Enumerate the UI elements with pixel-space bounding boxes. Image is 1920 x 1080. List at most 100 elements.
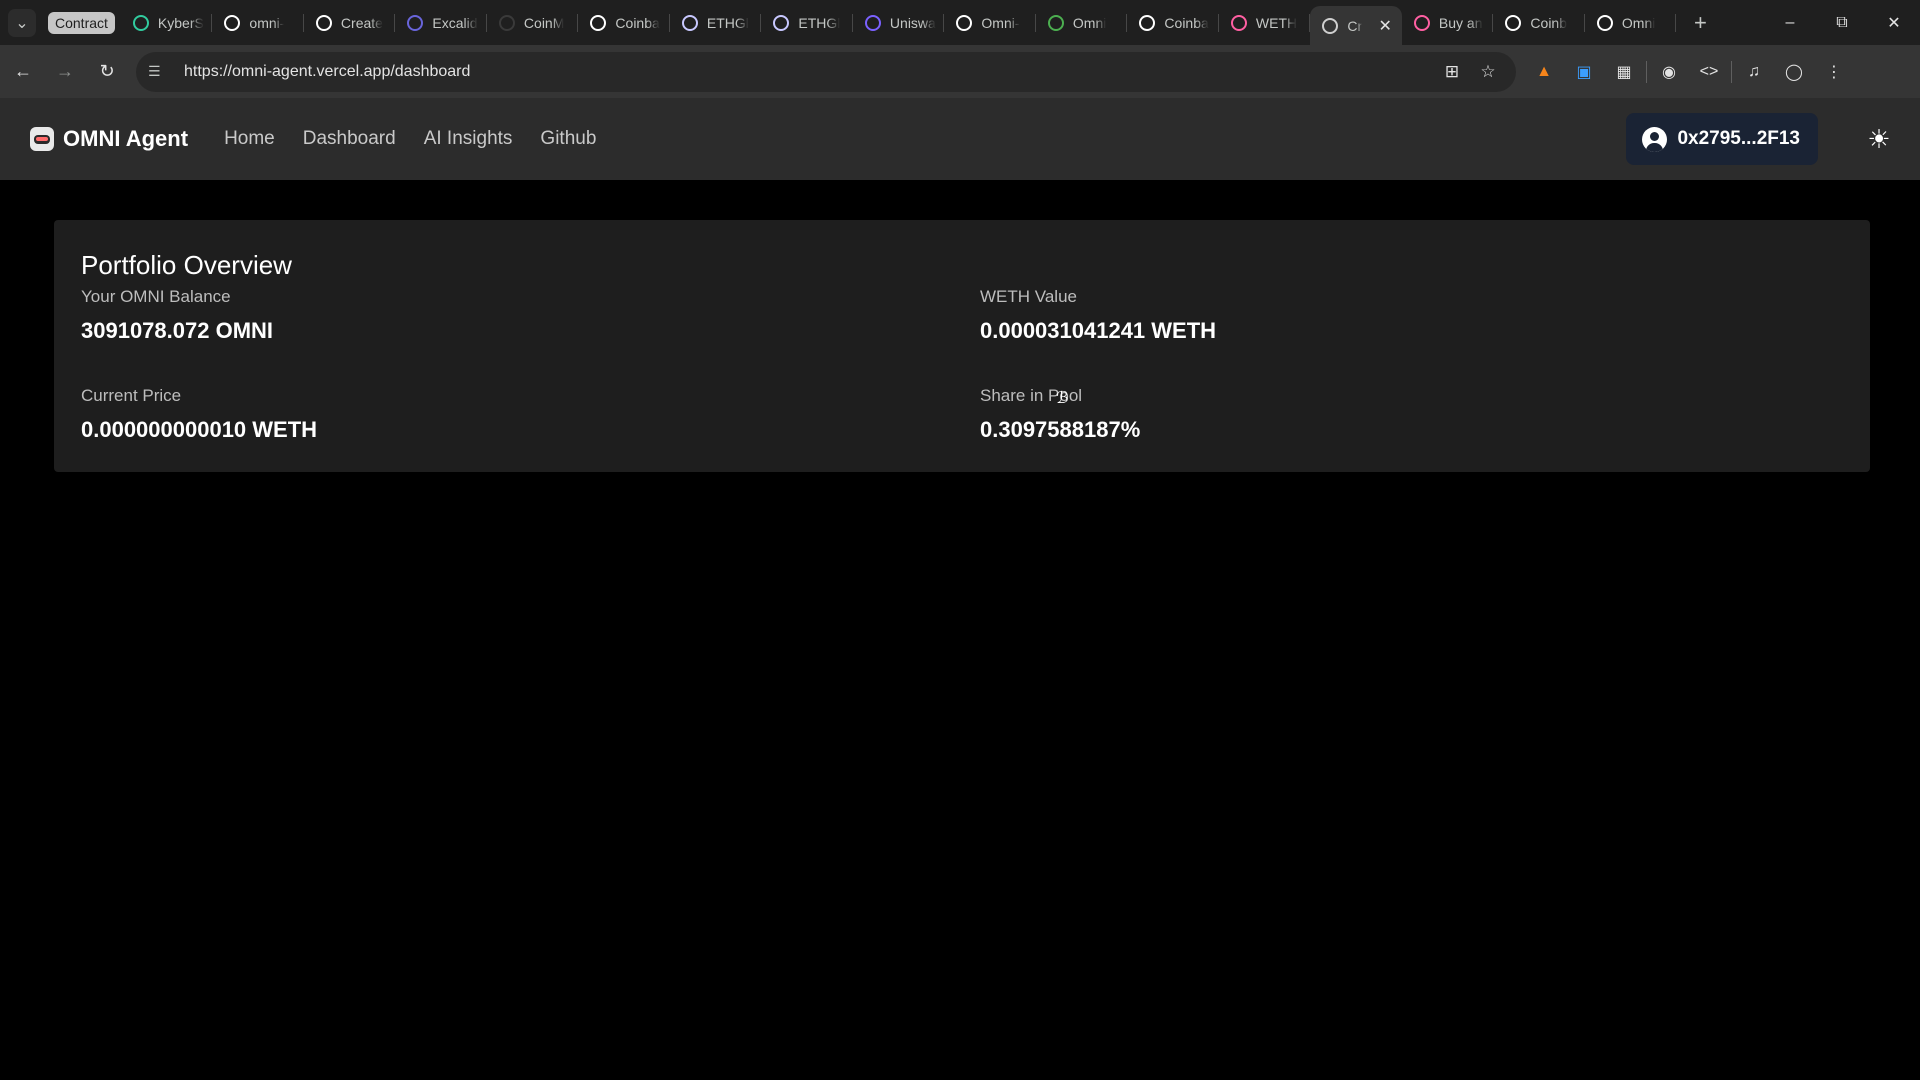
coinmarketcap-icon: [498, 14, 515, 31]
tab-list: KyberS omni- Create Excalid CoinM Coinba ETHGl…: [121, 0, 1677, 45]
profile-avatar-icon[interactable]: ◯: [1774, 56, 1814, 88]
ethglobal-icon: [773, 14, 790, 31]
uniswap-icon: [864, 14, 881, 31]
browser-tab[interactable]: Uniswa: [853, 0, 945, 45]
user-avatar-icon: [1642, 126, 1668, 152]
tab-title: ETHGl: [798, 14, 841, 31]
nav-link-ai-insights[interactable]: AI Insights: [424, 128, 513, 150]
tab-title: Cr: [1347, 17, 1363, 34]
close-icon: ✕: [1887, 14, 1901, 32]
excalidraw-icon: [407, 14, 424, 31]
browser-tab[interactable]: Coinb: [1493, 0, 1585, 45]
stat-value: 0.000031041241 WETH: [980, 318, 1217, 343]
stat-label: Current Price: [81, 386, 182, 405]
bookmark-star-icon[interactable]: ☆: [1470, 62, 1506, 82]
portfolio-card: Portfolio Overview Your OMNI Balance 309…: [54, 220, 1870, 472]
nav-link-github[interactable]: Github: [540, 128, 596, 150]
toolbar-divider: [1731, 60, 1732, 83]
app-header: OMNI Agent Home Dashboard AI Insights Gi…: [0, 98, 1920, 180]
extension-blue-icon[interactable]: ▣: [1564, 56, 1604, 88]
arrow-left-icon: ←: [14, 61, 32, 81]
minimize-button[interactable]: –: [1764, 0, 1816, 45]
tab-title: ETHGl: [706, 14, 749, 31]
tab-title: Uniswa: [889, 14, 936, 31]
extensions-puzzle-icon[interactable]: ▦: [1604, 56, 1644, 88]
stat-omni-balance: Your OMNI Balance 3091078.072 OMNI: [81, 287, 273, 344]
tab-title: Excalid: [432, 14, 478, 31]
browser-tab[interactable]: Buy an: [1402, 0, 1494, 45]
address-bar[interactable]: ☰ https://omni-agent.vercel.app/dashboar…: [136, 51, 1516, 92]
tab-group-chip[interactable]: Contract: [48, 11, 115, 34]
github-icon: [1596, 14, 1613, 31]
browser-tab[interactable]: Omni: [1036, 0, 1128, 45]
devtools-code-icon[interactable]: <>: [1689, 56, 1729, 88]
brand[interactable]: OMNI Agent: [30, 126, 188, 152]
browser-tab[interactable]: WETH: [1219, 0, 1311, 45]
vercel-icon: [224, 14, 241, 31]
browser-tab[interactable]: Coinba: [1127, 0, 1219, 45]
browser-tab[interactable]: Excalid: [395, 0, 487, 45]
browser-tab[interactable]: ETHGl: [670, 0, 762, 45]
tab-title: Omni: [1621, 14, 1656, 31]
coinbase-icon: [1139, 14, 1156, 31]
browser-toolbar: ← → ↻ ☰ https://omni-agent.vercel.app/da…: [0, 45, 1920, 98]
reload-icon: ↻: [99, 61, 115, 81]
back-button[interactable]: ←: [4, 53, 42, 91]
extensions-bar: ▲ ▣ ▦ ◉ <> ♫ ◯ ⋮: [1524, 56, 1854, 88]
coinbase-icon: [590, 14, 607, 31]
window-controls: – ⧉ ✕: [1764, 0, 1920, 45]
browser-tab[interactable]: Coinba: [578, 0, 670, 45]
stat-weth-value: WETH Value 0.000031041241 WETH: [980, 287, 1216, 344]
stat-label: WETH Value: [980, 287, 1077, 306]
github-icon: [956, 14, 973, 31]
restore-button[interactable]: ⧉: [1816, 0, 1868, 45]
browser-tab[interactable]: Cr ✕: [1310, 6, 1402, 45]
robot-logo-icon: [30, 127, 54, 151]
browser-tab-strip: ⌄ Contract KyberS omni- Create Excalid CoinM…: [0, 0, 1920, 45]
browser-tab[interactable]: KyberS: [121, 0, 213, 45]
metamask-extension-icon[interactable]: ▲: [1524, 56, 1564, 88]
browser-tab[interactable]: Omni: [1585, 0, 1677, 45]
nav-link-home[interactable]: Home: [224, 128, 275, 150]
browser-tab[interactable]: ETHGl: [761, 0, 853, 45]
url-text[interactable]: https://omni-agent.vercel.app/dashboard: [184, 63, 470, 81]
weth-icon: [1230, 14, 1247, 31]
forward-button[interactable]: →: [46, 53, 84, 91]
incognito-icon[interactable]: ◉: [1649, 56, 1689, 88]
close-tab-icon[interactable]: ✕: [1379, 16, 1392, 36]
browser-menu-icon[interactable]: ⋮: [1814, 56, 1854, 88]
minimize-icon: –: [1785, 13, 1795, 31]
omni-icon: [1047, 14, 1064, 31]
stat-current-price: Current Price 0.000000000010 WETH: [81, 386, 317, 443]
new-tab-button[interactable]: +: [1684, 10, 1716, 36]
plus-icon: +: [1693, 9, 1707, 35]
chevron-down-icon: ⌄: [15, 14, 29, 32]
browser-tab[interactable]: CoinM: [487, 0, 579, 45]
stat-value: 3091078.072 OMNI: [81, 318, 274, 343]
arrow-right-icon: →: [56, 61, 74, 81]
brand-name: OMNI Agent: [63, 126, 189, 151]
browser-tab[interactable]: Create: [304, 0, 396, 45]
install-app-icon[interactable]: ⊞: [1434, 62, 1470, 82]
tab-search-button[interactable]: ⌄: [8, 8, 36, 37]
close-window-button[interactable]: ✕: [1868, 0, 1920, 45]
toolbar-divider: [1646, 60, 1647, 83]
nav-link-dashboard[interactable]: Dashboard: [303, 128, 396, 150]
restore-icon: ⧉: [1836, 13, 1848, 31]
tab-title: KyberS: [157, 14, 204, 31]
stat-label: Your OMNI Balance: [81, 287, 231, 306]
uniswap-pink-icon: [1413, 14, 1430, 31]
browser-tab[interactable]: Omni-: [944, 0, 1036, 45]
media-controls-icon[interactable]: ♫: [1734, 56, 1774, 88]
tab-title: Buy an: [1438, 14, 1483, 31]
site-info-icon[interactable]: ☰: [148, 63, 172, 80]
tab-title: Coinba: [615, 14, 660, 31]
wallet-button[interactable]: 0x2795...2F13: [1626, 113, 1818, 165]
reload-button[interactable]: ↻: [88, 53, 126, 91]
tab-title: Coinba: [1164, 14, 1209, 31]
text-cursor-icon: ℬ: [1056, 390, 1069, 407]
browser-tab[interactable]: omni-: [212, 0, 304, 45]
card-title: Portfolio Overview: [81, 250, 292, 280]
main-nav: Home Dashboard AI Insights Github: [224, 128, 624, 150]
sun-icon[interactable]: ☀: [1866, 126, 1892, 152]
